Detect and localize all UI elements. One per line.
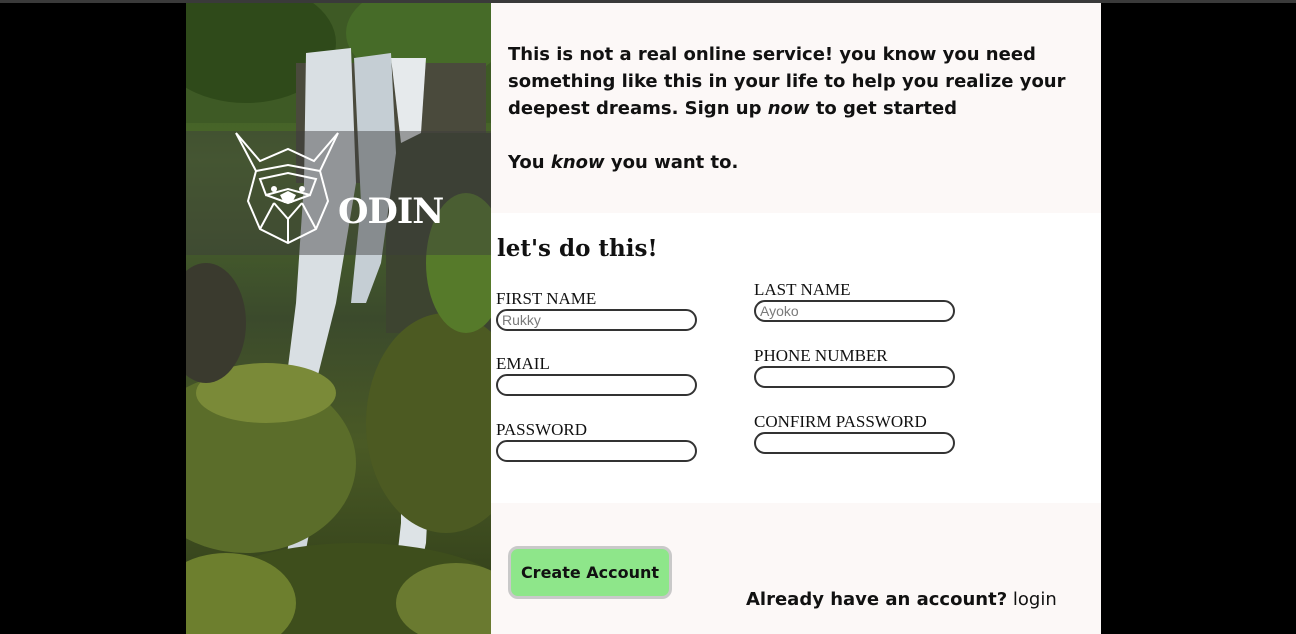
password-input[interactable]: [496, 440, 697, 462]
brand-name: ODIN: [338, 191, 444, 232]
first-name-label: First Name: [496, 289, 597, 308]
password-label: Password: [496, 420, 588, 439]
intro-text: to get started: [809, 98, 958, 119]
viking-helmet-icon: [235, 132, 339, 245]
intro-emphasis: now: [767, 98, 810, 119]
email-input[interactable]: [496, 374, 697, 396]
tagline-text: You: [508, 152, 551, 173]
tagline-text: you want to.: [604, 152, 739, 173]
last-name-field-group: Last Name: [754, 280, 964, 322]
first-name-input[interactable]: [496, 309, 697, 331]
login-question: Already have an account?: [746, 589, 1008, 610]
form-title: let's do this!: [497, 235, 658, 262]
tagline-emphasis: know: [550, 152, 605, 173]
first-name-field-group: First Name: [496, 289, 706, 331]
email-field-group: Email: [496, 354, 706, 396]
form-footer: Create Account Already have an account? …: [491, 503, 1101, 634]
last-name-input[interactable]: [754, 300, 955, 322]
phone-number-input[interactable]: [754, 366, 955, 388]
intro-section: This is not a real online service! you k…: [491, 3, 1101, 213]
confirm-password-field-group: Confirm Password: [754, 412, 964, 454]
confirm-password-label: Confirm Password: [754, 412, 927, 431]
login-link[interactable]: login: [1013, 589, 1057, 610]
intro-tagline: You know you want to.: [508, 149, 1068, 176]
confirm-password-input[interactable]: [754, 432, 955, 454]
email-label: Email: [496, 354, 550, 373]
intro-paragraph: This is not a real online service! you k…: [508, 41, 1068, 122]
phone-field-group: Phone Number: [754, 346, 964, 388]
login-prompt: Already have an account? login: [746, 589, 1057, 610]
create-account-button[interactable]: Create Account: [508, 546, 672, 599]
signup-panel: This is not a real online service! you k…: [491, 3, 1101, 634]
last-name-label: Last Name: [754, 280, 851, 299]
password-field-group: Password: [496, 420, 706, 462]
waterfall-background-image: [186, 3, 491, 634]
phone-number-label: Phone Number: [754, 346, 888, 365]
hero-image-panel: ODIN: [186, 3, 491, 634]
